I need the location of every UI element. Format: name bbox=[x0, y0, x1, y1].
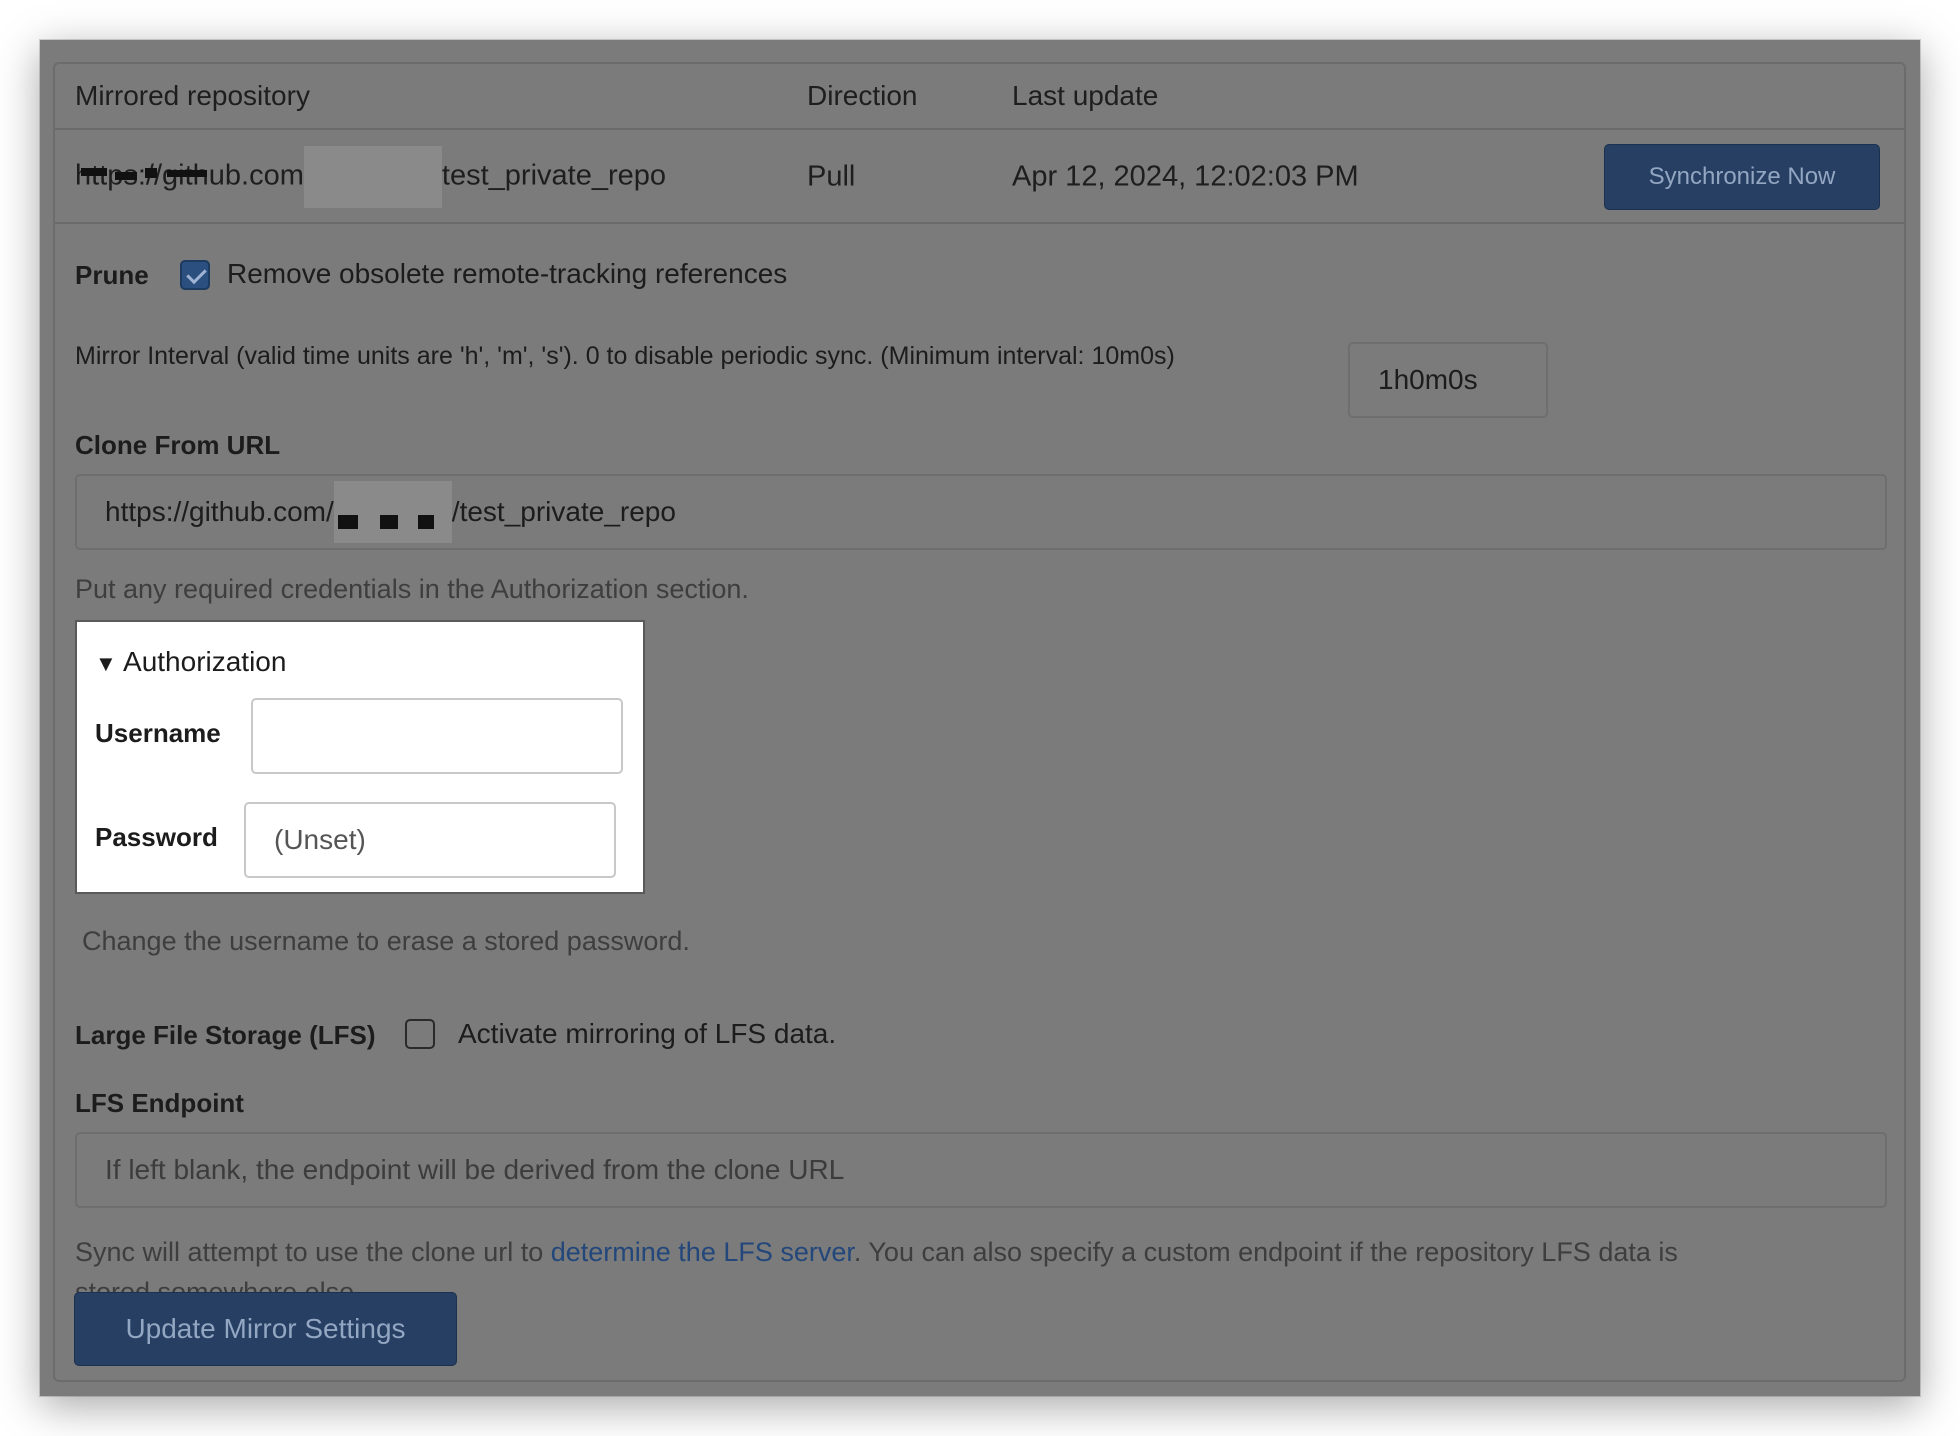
determine-lfs-server-link[interactable]: determine the LFS server bbox=[551, 1237, 854, 1267]
redacted-block bbox=[81, 146, 442, 208]
clone-from-url-label: Clone From URL bbox=[75, 430, 281, 460]
mirror-interval-label: Mirror Interval (valid time units are 'h… bbox=[75, 342, 1175, 370]
username-label: Username bbox=[95, 718, 221, 748]
last-update-value: Apr 12, 2024, 12:02:03 PM bbox=[1012, 160, 1359, 193]
update-mirror-settings-button[interactable]: Update Mirror Settings bbox=[74, 1292, 457, 1366]
clone-url-input[interactable]: https://github.com/ /test_private_repo bbox=[75, 474, 1887, 550]
authorization-summary-label: Authorization bbox=[123, 646, 287, 677]
lfs-help-text: Sync will attempt to use the clone url t… bbox=[75, 1237, 551, 1267]
prune-label: Prune bbox=[75, 260, 149, 290]
clone-url-prefix: https://github.com/ bbox=[105, 496, 334, 527]
authorization-help: Change the username to erase a stored pa… bbox=[82, 926, 690, 956]
username-input[interactable] bbox=[251, 698, 623, 774]
lfs-label: Large File Storage (LFS) bbox=[75, 1020, 376, 1050]
repo-url-suffix: test_private_repo bbox=[441, 159, 666, 192]
redacted-block bbox=[333, 481, 452, 543]
prune-description: Remove obsolete remote-tracking referenc… bbox=[227, 258, 788, 289]
synchronize-now-button[interactable]: Synchronize Now bbox=[1604, 144, 1880, 210]
header-direction: Direction bbox=[807, 80, 918, 111]
lfs-help-text-after: . You can also specify a custom endpoint… bbox=[853, 1237, 1678, 1267]
direction-value: Pull bbox=[807, 160, 856, 193]
prune-checkbox[interactable] bbox=[180, 260, 210, 290]
triangle-down-icon: ▼ bbox=[95, 651, 117, 676]
mirrored-repo-url: https://github.comtest_private_repo bbox=[75, 146, 666, 208]
lfs-endpoint-input[interactable]: If left blank, the endpoint will be deri… bbox=[75, 1132, 1887, 1208]
clone-url-help: Put any required credentials in the Auth… bbox=[75, 574, 749, 604]
mirror-table-header: Mirrored repository Direction Last updat… bbox=[55, 64, 1904, 130]
lfs-endpoint-label: LFS Endpoint bbox=[75, 1088, 244, 1118]
mirror-settings-panel: Mirrored repository Direction Last updat… bbox=[53, 62, 1906, 1382]
header-last-update: Last update bbox=[1012, 80, 1159, 111]
clone-url-suffix: /test_private_repo bbox=[451, 496, 676, 527]
header-mirrored-repository: Mirrored repository bbox=[75, 80, 310, 111]
lfs-checkbox[interactable] bbox=[405, 1019, 435, 1049]
authorization-section: ▼ Authorization Username Password (Unset… bbox=[75, 620, 645, 894]
mirror-settings-window: Mirrored repository Direction Last updat… bbox=[40, 40, 1920, 1396]
password-input[interactable]: (Unset) bbox=[244, 802, 616, 878]
mirror-interval-input[interactable]: 1h0m0s bbox=[1348, 342, 1548, 418]
table-row: https://github.comtest_private_repo Pull… bbox=[55, 132, 1904, 224]
lfs-description: Activate mirroring of LFS data. bbox=[458, 1018, 837, 1049]
authorization-summary[interactable]: ▼ Authorization bbox=[95, 646, 286, 678]
password-label: Password bbox=[95, 822, 218, 852]
